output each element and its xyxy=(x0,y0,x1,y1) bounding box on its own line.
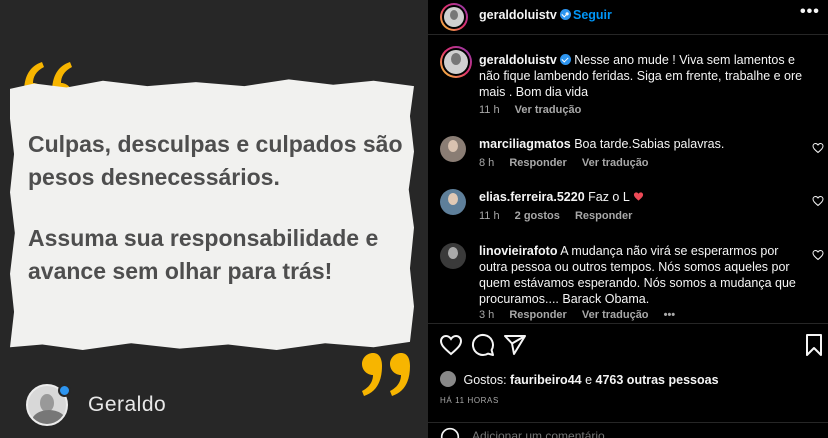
image-author: Geraldo xyxy=(26,384,166,426)
caption-username[interactable]: geraldoluistv xyxy=(479,53,557,67)
reply-button[interactable]: Responder xyxy=(575,210,632,222)
comment-input[interactable]: Adicionar um comentário... xyxy=(472,429,615,438)
comment-text: linovieirafoto A mudança não virá se esp… xyxy=(479,243,799,307)
caption-time[interactable]: 11 h xyxy=(479,104,500,116)
like-comment-heart-icon[interactable] xyxy=(812,195,824,207)
comment-text: marciliagmatos Boa tarde.Sabias palavras… xyxy=(479,136,799,152)
comment-avatar[interactable] xyxy=(440,136,466,162)
comment-time[interactable]: 11 h xyxy=(479,210,500,222)
likes-count-link[interactable]: 4763 outras pessoas xyxy=(596,373,719,387)
verified-icon xyxy=(58,384,71,397)
comments-panel: geraldoluistv • Seguir ••• geraldoluistv… xyxy=(428,0,828,438)
caption-meta: 11 h Ver tradução xyxy=(479,104,593,116)
likes-prefix: Gostos: xyxy=(463,373,507,387)
author-name: Geraldo xyxy=(88,393,167,416)
reply-button[interactable]: Responder xyxy=(509,157,566,169)
quote-line-1: Culpas, desculpas e culpados são pesos d… xyxy=(28,131,403,190)
comment-input-bar: Adicionar um comentário... xyxy=(428,424,828,438)
comment-username[interactable]: elias.ferreira.5220 xyxy=(479,190,585,204)
comment-input-divider xyxy=(428,422,828,423)
close-quote-icon xyxy=(362,353,410,396)
caption-avatar-ring[interactable] xyxy=(440,46,472,78)
comment-meta: 3 h Responder Ver tradução ••• xyxy=(479,309,687,321)
header-avatar-ring[interactable] xyxy=(440,3,468,31)
reply-button[interactable]: Responder xyxy=(509,309,566,321)
comment-icon[interactable] xyxy=(471,333,495,357)
caption-text: geraldoluistv Nesse ano mude ! Viva sem … xyxy=(479,52,809,100)
comment-likes-count[interactable]: 2 gostos xyxy=(515,210,560,222)
caption-avatar xyxy=(444,50,468,74)
header-username[interactable]: geraldoluistv xyxy=(479,8,571,22)
action-bar xyxy=(428,328,828,362)
quote-line-2: Assuma sua responsabilidade e avance sem… xyxy=(28,225,379,284)
post-header: geraldoluistv • Seguir ••• xyxy=(428,0,828,32)
likes-summary: Gostos: fauribeiro44 e 4763 outras pesso… xyxy=(440,371,719,387)
follow-button[interactable]: Seguir xyxy=(573,8,612,22)
red-heart-emoji-icon xyxy=(633,192,643,201)
more-horizontal-icon[interactable]: ••• xyxy=(800,3,820,21)
comment-avatar[interactable] xyxy=(440,243,466,269)
comment-body: Faz o L xyxy=(588,190,630,204)
quote-text: Culpas, desculpas e culpados são pesos d… xyxy=(28,128,408,316)
like-comment-heart-icon[interactable] xyxy=(812,142,824,154)
comment-username[interactable]: marciliagmatos xyxy=(479,137,571,151)
emoji-icon[interactable] xyxy=(440,427,460,438)
comment-avatar[interactable] xyxy=(440,189,466,215)
liker-username[interactable]: fauribeiro44 xyxy=(510,373,582,387)
post-image[interactable]: Culpas, desculpas e culpados são pesos d… xyxy=(0,0,428,438)
post-date[interactable]: HÁ 11 HORAS xyxy=(440,396,499,405)
actions-divider xyxy=(428,323,828,324)
like-comment-heart-icon[interactable] xyxy=(812,249,824,261)
translate-button[interactable]: Ver tradução xyxy=(582,309,649,321)
comment-time[interactable]: 3 h xyxy=(479,309,494,321)
comment-text: elias.ferreira.5220 Faz o L xyxy=(479,189,799,205)
likes-connector: e xyxy=(585,373,593,387)
separator-dot: • xyxy=(565,7,570,21)
caption-translate-button[interactable]: Ver tradução xyxy=(515,104,582,116)
header-avatar xyxy=(444,7,464,27)
comment-username[interactable]: linovieirafoto xyxy=(479,244,557,258)
heart-icon[interactable] xyxy=(439,333,463,357)
translate-button[interactable]: Ver tradução xyxy=(582,157,649,169)
comment-time[interactable]: 8 h xyxy=(479,157,494,169)
comment-body: Boa tarde.Sabias palavras. xyxy=(574,137,725,151)
bookmark-icon[interactable] xyxy=(802,333,826,357)
share-icon[interactable] xyxy=(503,333,527,357)
verified-icon xyxy=(559,54,571,65)
comment-options-icon[interactable]: ••• xyxy=(664,309,676,321)
liker-avatar[interactable] xyxy=(440,371,456,387)
torn-paper-card: Culpas, desculpas e culpados são pesos d… xyxy=(10,79,414,350)
comment-meta: 8 h Responder Ver tradução xyxy=(479,157,661,169)
comment-meta: 11 h 2 gostos Responder xyxy=(479,210,644,222)
header-divider xyxy=(428,34,828,35)
